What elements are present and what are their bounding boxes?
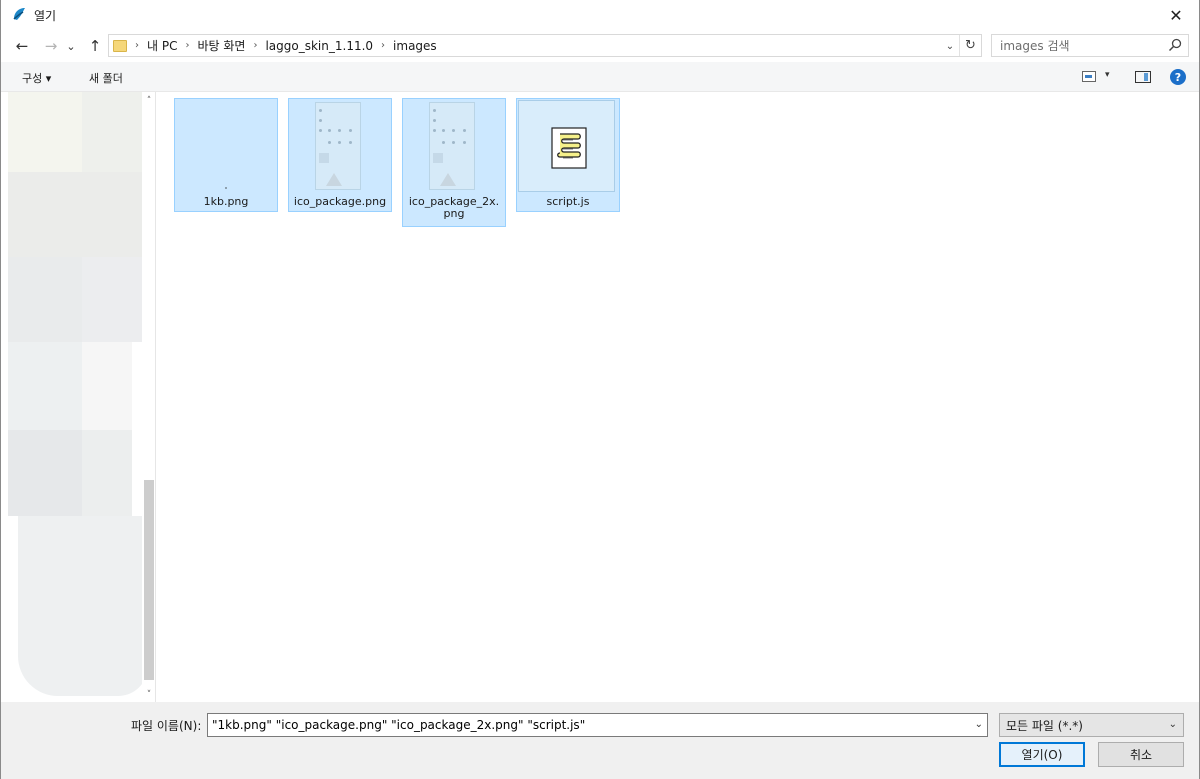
up-arrow-icon: ↑ [88,37,102,55]
view-dropdown-icon[interactable]: ▾ [1105,70,1110,80]
refresh-icon[interactable]: ↻ [959,35,981,56]
file-list-view[interactable]: 1kb.png ico_package.png ico_package_2x. … [157,92,1199,702]
organize-menu[interactable]: 구성 ▾ [22,70,51,86]
file-name-label: 1kb.png [203,195,249,208]
navigation-pane-blurred-content [8,92,148,696]
view-options-icon[interactable] [1082,71,1096,82]
file-name-label-line2: png [443,207,465,220]
filetype-select[interactable]: 모든 파일 (*.*) ⌄ [999,713,1184,737]
filetype-value: 모든 파일 (*.*) [1006,718,1083,733]
navigation-pane-scrollbar[interactable]: ˄ ˅ [142,92,156,702]
scroll-up-icon[interactable]: ˄ [142,96,156,106]
breadcrumb-separator[interactable]: › [381,40,385,51]
sprite-thumbnail-icon [429,102,475,190]
file-item-script-js[interactable]: script.js [516,98,620,212]
navigation-pane[interactable]: ˄ ˅ [2,92,156,702]
breadcrumb-separator[interactable]: › [253,40,257,51]
breadcrumb-laggo-skin[interactable]: laggo_skin_1.11.0 [265,39,373,53]
scrollbar-thumb[interactable] [144,480,154,680]
up-button[interactable]: ↑ [84,35,106,57]
scroll-down-icon[interactable]: ˅ [142,690,156,700]
script-file-icon [551,127,587,169]
file-item-1kb-png[interactable]: 1kb.png [174,98,278,212]
script-thumbnail-frame [518,100,615,192]
search-box[interactable] [991,34,1189,57]
filename-combobox[interactable]: ⌄ [207,713,988,737]
open-button[interactable]: 열기(O) [999,742,1085,767]
forward-arrow-icon: → [44,37,58,55]
filename-label: 파일 이름(N): [131,719,202,733]
chevron-down-icon: ⌄ [1168,719,1177,730]
file-item-ico-package-2x-png[interactable]: ico_package_2x. png [402,98,506,227]
forward-button[interactable]: → [40,35,62,57]
recent-locations-button[interactable]: ⌄ [64,35,78,57]
window-title: 열기 [34,9,57,23]
address-dropdown-icon[interactable]: ⌄ [943,38,957,54]
title-bar: 열기 ✕ [1,0,1199,30]
preview-pane-icon[interactable] [1135,71,1151,83]
file-name-label: script.js [546,195,590,208]
file-name-label: ico_package.png [293,195,387,208]
back-arrow-icon: ← [15,37,29,55]
search-input[interactable] [992,35,1162,56]
breadcrumb-my-pc[interactable]: 내 PC [147,37,177,54]
open-file-dialog: 열기 ✕ ← → ⌄ ↑ › 내 PC › 바탕 화면 › laggo_skin… [0,0,1200,779]
breadcrumb-separator: › [135,40,139,51]
sprite-thumbnail-icon [315,102,361,190]
dialog-footer: 파일 이름(N): ⌄ 모든 파일 (*.*) ⌄ 열기(O) 취소 [1,702,1199,779]
app-icon [13,8,25,20]
png-thumbnail-icon [176,100,276,190]
folder-icon [113,39,127,52]
navigation-bar: ← → ⌄ ↑ › 내 PC › 바탕 화면 › laggo_skin_1.11… [1,30,1199,62]
back-button[interactable]: ← [11,35,33,57]
pane-divider[interactable] [155,92,156,702]
search-icon[interactable] [1168,38,1182,52]
close-button[interactable]: ✕ [1153,0,1199,30]
breadcrumb-desktop[interactable]: 바탕 화면 [197,37,245,54]
breadcrumb-separator[interactable]: › [185,40,189,51]
filename-input[interactable] [208,714,968,736]
chevron-down-icon[interactable]: ⌄ [975,719,983,730]
command-bar: 구성 ▾ 새 폴더 ▾ ? [1,62,1199,92]
address-bar[interactable]: › 내 PC › 바탕 화면 › laggo_skin_1.11.0 › ima… [108,34,982,57]
close-icon: ✕ [1169,5,1183,25]
file-item-ico-package-png[interactable]: ico_package.png [288,98,392,212]
new-folder-button[interactable]: 새 폴더 [89,70,123,86]
chevron-down-icon: ⌄ [66,39,76,53]
cancel-button[interactable]: 취소 [1098,742,1184,767]
breadcrumb-images[interactable]: images [393,39,437,53]
help-icon[interactable]: ? [1170,69,1186,85]
